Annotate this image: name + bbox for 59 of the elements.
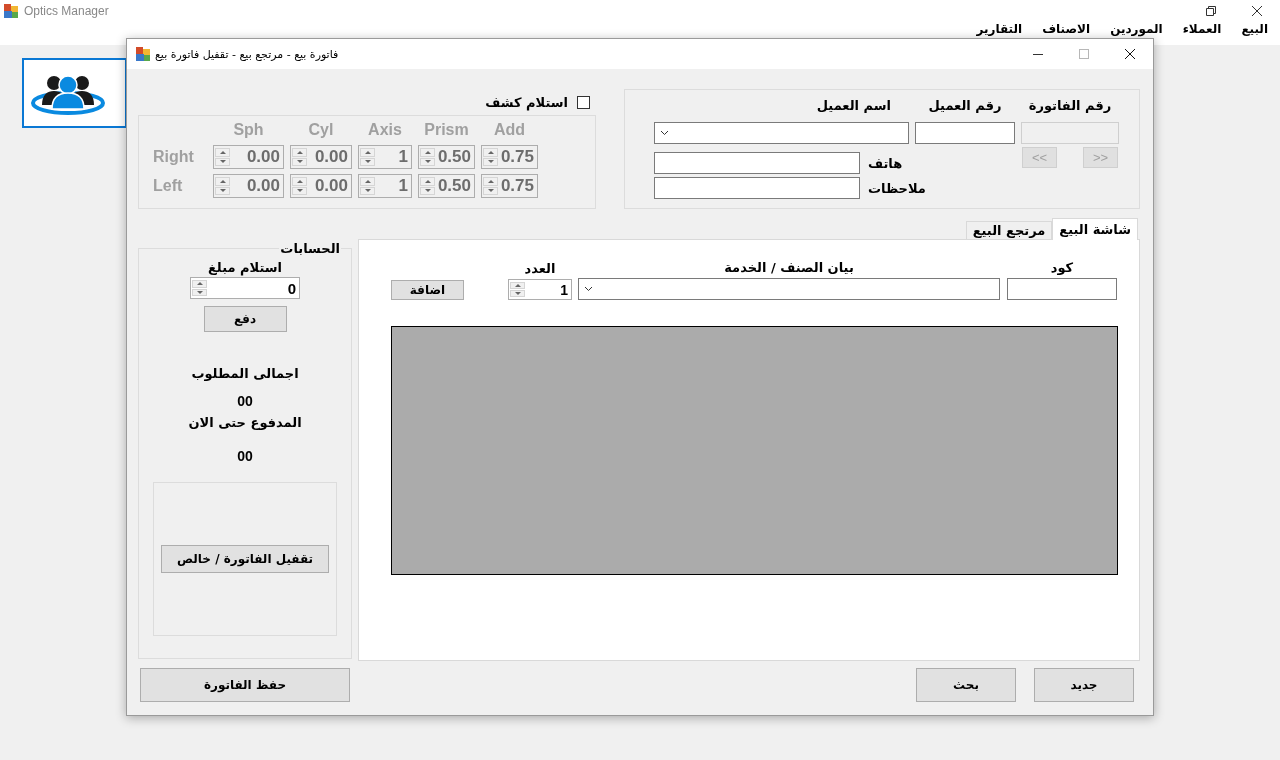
checkbox-label: استلام كشف	[485, 94, 568, 110]
customer-name-dropdown[interactable]	[654, 122, 909, 144]
menu-item[interactable]: العملاء	[1182, 22, 1222, 36]
menu-item[interactable]: البيع	[1241, 22, 1268, 36]
minimize-icon	[1033, 53, 1043, 55]
window-title: Optics Manager	[24, 4, 109, 18]
column-header: Prism	[423, 121, 470, 139]
column-header: Add	[492, 121, 527, 139]
spin-up-button[interactable]	[510, 282, 525, 289]
row-label: Right	[153, 148, 195, 166]
pay-button[interactable]: دفع	[203, 306, 287, 332]
save-invoice-button[interactable]: حفظ الفاتورة	[140, 668, 350, 702]
item-dropdown[interactable]	[578, 278, 1000, 300]
field-label: استلام مبلغ	[208, 260, 282, 275]
spin-up-button[interactable]	[192, 280, 207, 288]
menu-item[interactable]: التقارير	[976, 22, 1023, 36]
menu-item[interactable]: الاصناف	[1042, 22, 1091, 36]
close-invoice-button[interactable]: تقفيل الفاتورة / خالص	[161, 545, 329, 573]
customer-number-field[interactable]	[915, 122, 1015, 144]
total-label: اجمالى المطلوب	[191, 366, 299, 381]
field-label: العدد	[523, 261, 557, 276]
customers-button[interactable]	[22, 58, 127, 128]
field-label: ملاحظات	[868, 180, 926, 196]
field-label: هاتف	[868, 155, 903, 171]
field-label: كود	[1049, 260, 1075, 275]
field-label: اسم العميل	[815, 98, 892, 115]
paid-value: 00	[237, 448, 253, 464]
code-field[interactable]	[1007, 278, 1117, 300]
field-label: رقم الفاتورة	[1027, 98, 1113, 115]
app-icon	[4, 4, 18, 18]
new-button[interactable]: جديد	[1034, 668, 1134, 702]
search-button[interactable]: بحث	[916, 668, 1016, 702]
add-button[interactable]: اضافة	[391, 280, 464, 300]
total-value: 00	[237, 393, 253, 409]
notes-field[interactable]	[654, 177, 860, 199]
close-icon	[1125, 49, 1135, 59]
maximize-icon	[1079, 49, 1089, 59]
number-spinner[interactable]: 1	[508, 279, 572, 300]
phone-field[interactable]	[654, 152, 860, 174]
field-label: بيان الصنف / الخدمة	[723, 260, 855, 275]
chevron-down-icon[interactable]	[660, 130, 669, 136]
column-header: Cyl	[307, 121, 335, 139]
group-title: الحسابات	[279, 241, 341, 256]
paid-label: المدفوع حتى الان	[188, 415, 302, 430]
column-header: Axis	[367, 121, 403, 139]
close-icon	[1252, 6, 1262, 16]
app-icon	[136, 47, 150, 61]
dialog-title: فاتورة بيع - مرتجع بيع - تقفيل فاتورة بيع	[155, 47, 339, 61]
tab[interactable]: مرتجع البيع	[965, 221, 1053, 239]
row-label: Left	[153, 177, 184, 195]
tab[interactable]: شاشة البيع	[1052, 218, 1138, 240]
field-label: رقم العميل	[927, 98, 1003, 115]
spin-down-button[interactable]	[192, 288, 207, 296]
spin-down-button[interactable]	[510, 290, 525, 297]
menu-item[interactable]: الموردين	[1110, 22, 1163, 36]
restore-icon	[1206, 6, 1216, 16]
column-header: Sph	[232, 121, 265, 139]
number-spinner[interactable]: 0	[190, 277, 300, 299]
chevron-down-icon[interactable]	[584, 286, 593, 292]
